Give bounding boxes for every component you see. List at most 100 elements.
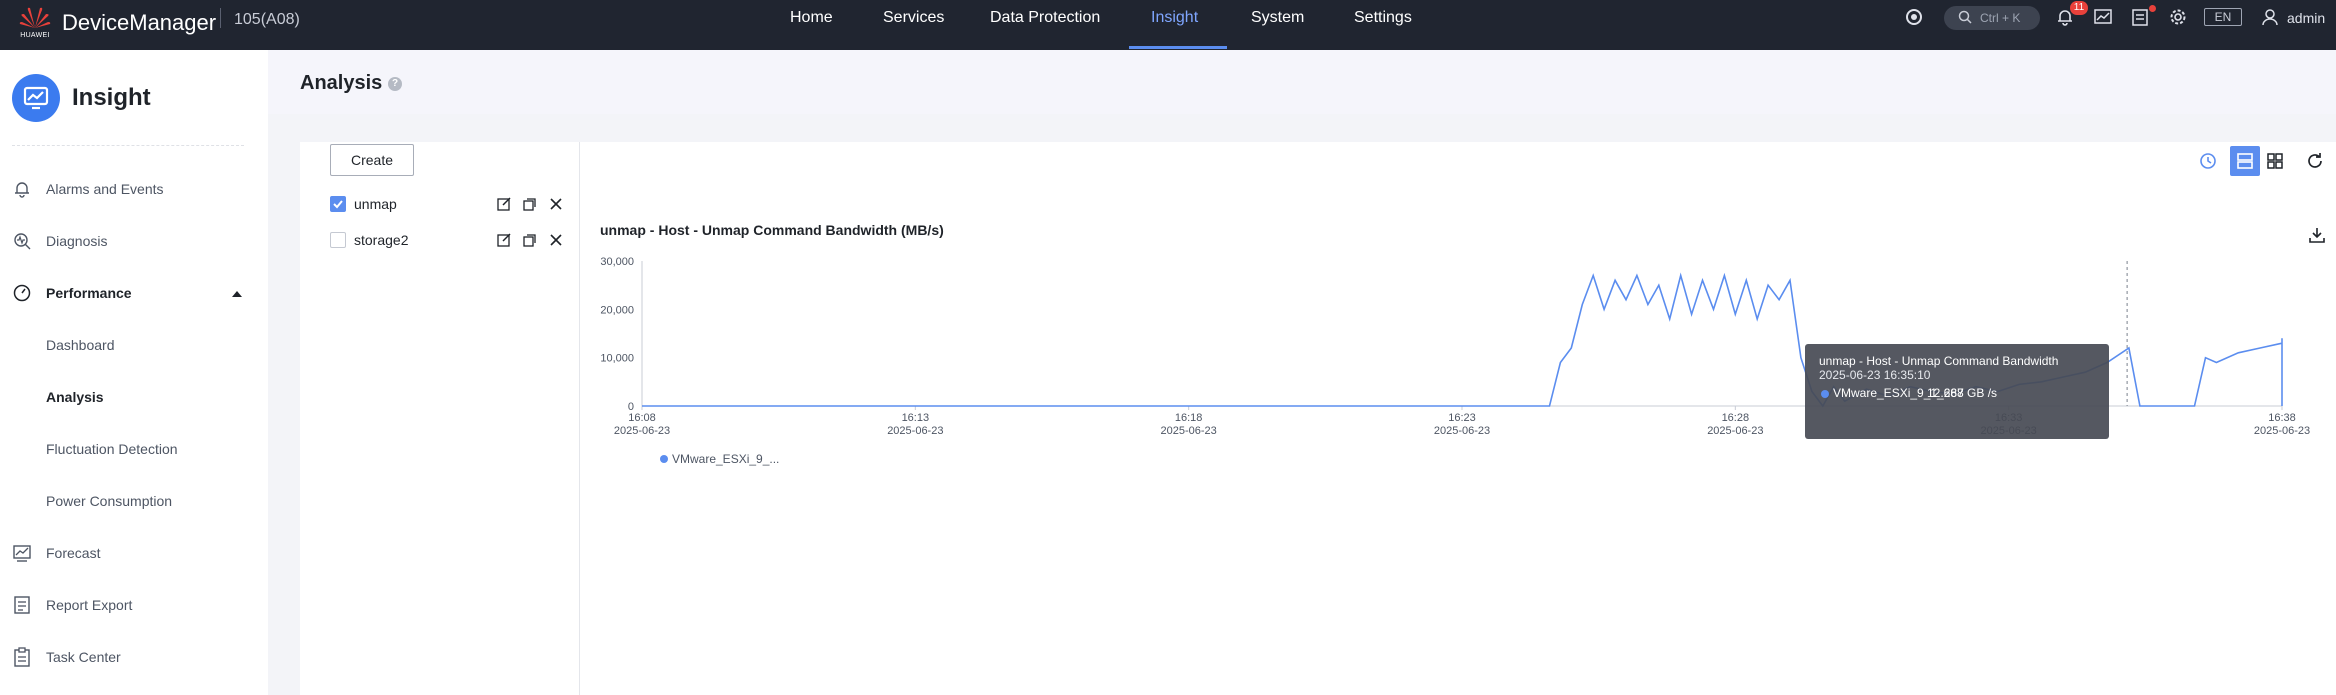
sidebar-subitem-power-consumption[interactable]: Power Consumption	[0, 481, 268, 521]
chevron-up-icon	[232, 291, 242, 297]
x-tick-date: 2025-06-23	[614, 425, 670, 437]
global-search[interactable]: Ctrl + K	[1944, 6, 2040, 30]
user-icon[interactable]	[2260, 7, 2280, 27]
tooltip-value: 12.668 GB /s	[1927, 386, 1998, 400]
sidebar-item-label: Fluctuation Detection	[46, 441, 178, 457]
task-alert-dot	[2149, 5, 2156, 12]
search-shortcut: Ctrl + K	[1980, 11, 2021, 25]
copy-icon[interactable]	[522, 232, 538, 248]
sidebar-item-label: Forecast	[46, 545, 101, 561]
tooltip-marker	[1821, 390, 1829, 398]
view-row-unmap[interactable]: unmap	[330, 192, 570, 216]
sidebar-item-label: Alarms and Events	[46, 181, 164, 197]
rows-layout-icon	[2237, 153, 2253, 169]
refresh-icon	[2308, 153, 2322, 168]
close-icon[interactable]	[548, 232, 564, 248]
search-icon	[1958, 10, 1972, 24]
device-id: 105(A08)	[234, 11, 300, 28]
top-navigation-bar: HUAWEI DeviceManager 105(A08) Home Servi…	[0, 0, 2336, 50]
x-tick-time: 16:13	[902, 412, 930, 424]
sidebar-subitem-analysis[interactable]: Analysis	[0, 377, 268, 417]
app-title: DeviceManager	[62, 10, 217, 35]
time-range-button[interactable]	[2193, 146, 2223, 176]
huawei-logo: HUAWEI	[16, 4, 54, 44]
checkmark-icon	[333, 200, 343, 209]
forecast-icon	[12, 543, 32, 563]
task-list-icon[interactable]	[2130, 7, 2150, 27]
diagnosis-icon	[12, 231, 32, 251]
y-tick-label: 10,000	[600, 353, 634, 365]
insight-icon	[12, 74, 60, 122]
sidebar-item-label: Performance	[46, 285, 132, 301]
x-tick-time: 16:18	[1175, 412, 1203, 424]
close-icon[interactable]	[548, 196, 564, 212]
y-tick-label: 20,000	[600, 304, 634, 316]
copy-icon[interactable]	[522, 196, 538, 212]
edit-icon[interactable]	[496, 196, 512, 212]
sidebar-divider	[12, 145, 244, 146]
nav-services[interactable]: Services	[883, 9, 944, 27]
bell-icon	[12, 179, 32, 199]
sidebar-subitem-fluctuation-detection[interactable]: Fluctuation Detection	[0, 429, 268, 469]
sidebar-item-label: Report Export	[46, 597, 133, 613]
sidebar-item-task-center[interactable]: Task Center	[0, 637, 268, 677]
sidebar-item-label: Power Consumption	[46, 493, 173, 509]
nav-data-protection[interactable]: Data Protection	[990, 9, 1100, 27]
clock-icon	[2200, 153, 2216, 169]
sidebar-item-label: Diagnosis	[46, 233, 108, 249]
nav-settings[interactable]: Settings	[1354, 9, 1412, 27]
sidebar-item-alarms[interactable]: Alarms and Events	[0, 169, 268, 209]
x-tick-date: 2025-06-23	[887, 425, 943, 437]
sidebar: Insight Alarms and Events Diagnosis Perf…	[0, 50, 268, 695]
nav-insight[interactable]: Insight	[1151, 9, 1198, 27]
user-name[interactable]: admin	[2287, 10, 2325, 26]
sidebar-item-performance[interactable]: Performance	[0, 273, 268, 313]
grid-layout-button[interactable]	[2260, 146, 2290, 176]
create-button[interactable]: Create	[330, 144, 414, 176]
view-checkbox[interactable]	[330, 232, 346, 248]
refresh-button[interactable]	[2300, 146, 2330, 176]
sidebar-item-report-export[interactable]: Report Export	[0, 585, 268, 625]
monitor-chart-icon[interactable]	[2093, 7, 2113, 27]
analysis-content: Create unmap storage2 unmap - Host - Unm…	[300, 142, 2336, 695]
legend-label: VMware_ESXi_9_...	[672, 452, 780, 466]
logo-text: HUAWEI	[20, 32, 50, 39]
x-tick-date: 2025-06-23	[1707, 425, 1763, 437]
x-tick-time: 16:38	[2268, 412, 2296, 424]
view-row-storage2[interactable]: storage2	[330, 228, 570, 252]
tooltip-time: 2025-06-23 16:35:10	[1819, 368, 1931, 382]
language-switch[interactable]: EN	[2204, 8, 2242, 26]
x-tick-time: 16:28	[1722, 412, 1750, 424]
page-header: Analysis ?	[268, 50, 2336, 114]
sidebar-item-diagnosis[interactable]: Diagnosis	[0, 221, 268, 261]
legend-marker	[660, 455, 668, 463]
grid-icon	[2267, 153, 2283, 169]
help-icon[interactable]: ?	[388, 77, 402, 91]
x-tick-date: 2025-06-23	[2254, 425, 2310, 437]
tooltip-title: unmap - Host - Unmap Command Bandwidth	[1819, 354, 2059, 368]
chart-area: unmap - Host - Unmap Command Bandwidth (…	[580, 142, 2336, 695]
sidebar-item-label: Analysis	[46, 389, 104, 405]
sidebar-item-label: Task Center	[46, 649, 121, 665]
sidebar-item-forecast[interactable]: Forecast	[0, 533, 268, 573]
sidebar-title: Insight	[72, 84, 151, 111]
chart-title: unmap - Host - Unmap Command Bandwidth (…	[600, 222, 944, 238]
page-title: Analysis	[300, 72, 383, 94]
clipboard-icon	[12, 647, 32, 667]
x-tick-date: 2025-06-23	[1434, 425, 1490, 437]
report-icon	[12, 595, 32, 615]
gear-icon[interactable]	[2168, 7, 2188, 27]
y-tick-label: 30,000	[600, 256, 634, 268]
nav-home[interactable]: Home	[790, 9, 833, 27]
view-name: storage2	[354, 232, 409, 248]
view-checkbox[interactable]	[330, 196, 346, 212]
refresh-status-icon[interactable]	[1904, 7, 1924, 27]
list-layout-button[interactable]	[2230, 146, 2260, 176]
sidebar-item-label: Dashboard	[46, 337, 115, 353]
nav-system[interactable]: System	[1251, 9, 1304, 27]
sidebar-subitem-dashboard[interactable]: Dashboard	[0, 325, 268, 365]
view-name: unmap	[354, 196, 397, 212]
view-list-panel: Create unmap storage2	[300, 142, 580, 695]
title-divider	[220, 8, 221, 28]
edit-icon[interactable]	[496, 232, 512, 248]
